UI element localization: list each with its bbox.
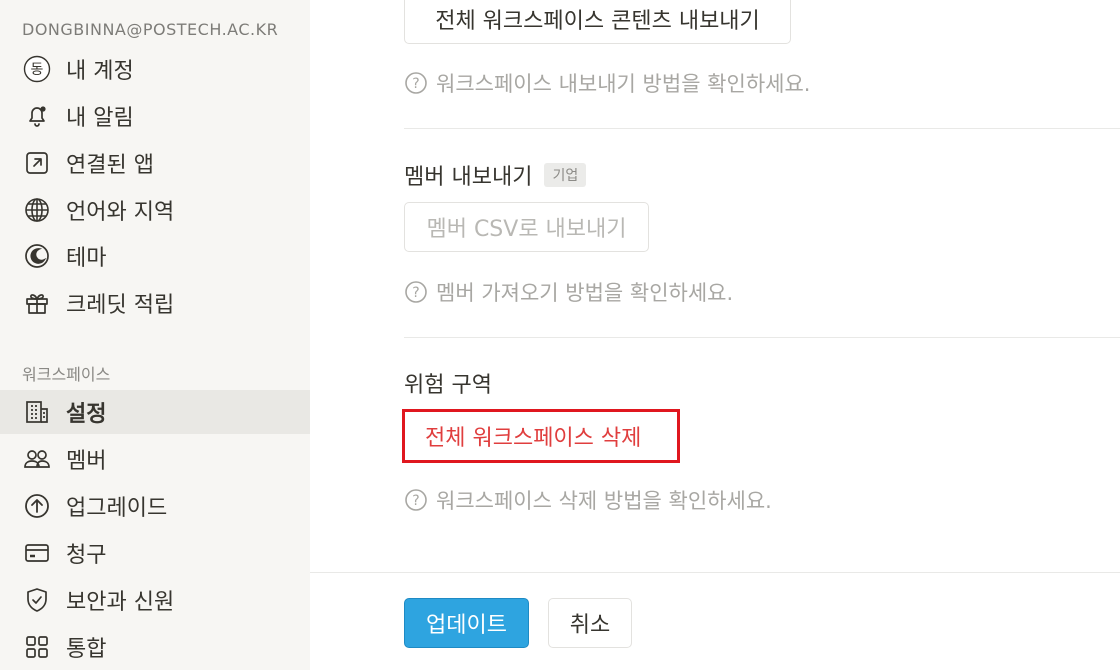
export-help-text: 워크스페이스 내보내기 방법을 확인하세요. [436, 72, 811, 96]
avatar-icon: 동 [22, 54, 52, 84]
export-members-heading: 멤버 내보내기 기업 [404, 159, 587, 191]
cancel-button[interactable]: 취소 [548, 598, 632, 648]
sidebar-item-theme[interactable]: 테마 [0, 234, 310, 278]
sidebar-item-language-region[interactable]: 언어와 지역 [0, 188, 310, 232]
sidebar-item-label: 내 알림 [66, 106, 134, 131]
export-workspace-content-button[interactable]: 전체 워크스페이스 콘텐츠 내보내기 [404, 0, 791, 44]
settings-main: 전체 워크스페이스 콘텐츠 내보내기 ? 워크스페이스 내보내기 방법을 확인하… [310, 0, 1120, 670]
gift-icon [22, 288, 52, 318]
delete-help-link[interactable]: ? 워크스페이스 삭제 방법을 확인하세요. [404, 485, 772, 515]
arrow-up-circle-icon [22, 491, 52, 521]
footer-divider [310, 572, 1120, 573]
account-email: DONGBINNA@POSTECH.AC.KR [22, 20, 279, 39]
delete-workspace-button[interactable]: 전체 워크스페이스 삭제 [402, 409, 680, 463]
sidebar-item-upgrade[interactable]: 업그레이드 [0, 484, 310, 528]
sidebar-item-notifications[interactable]: 내 알림 [0, 94, 310, 138]
export-members-csv-button[interactable]: 멤버 CSV로 내보내기 [404, 202, 649, 252]
sidebar-item-billing[interactable]: 청구 [0, 531, 310, 575]
bell-icon [22, 101, 52, 131]
arrow-out-square-icon [22, 148, 52, 178]
sidebar-item-label: 설정 [66, 402, 107, 427]
credit-card-icon [22, 538, 52, 568]
globe-icon [22, 195, 52, 225]
workspace-section-title: 워크스페이스 [22, 365, 111, 384]
sidebar-item-label: 테마 [66, 246, 107, 271]
svg-text:?: ? [412, 76, 419, 92]
help-icon: ? [405, 281, 427, 303]
danger-zone-title: 위험 구역 [404, 373, 492, 398]
sidebar-item-label: 보안과 신원 [66, 590, 175, 615]
section-divider [404, 337, 1120, 338]
sidebar-item-label: 연결된 앱 [66, 153, 154, 178]
sidebar-item-integrations[interactable]: 통합 [0, 625, 310, 669]
avatar-char: 동 [31, 62, 44, 78]
sidebar-item-earn-credit[interactable]: 크레딧 적립 [0, 281, 310, 325]
sidebar-item-settings[interactable]: 설정 [0, 390, 310, 434]
export-members-help-text: 멤버 가져오기 방법을 확인하세요. [436, 281, 734, 305]
shield-check-icon [22, 585, 52, 615]
sidebar-item-label: 언어와 지역 [66, 200, 175, 225]
building-icon [22, 397, 52, 427]
delete-workspace-label: 전체 워크스페이스 삭제 [425, 426, 642, 451]
svg-text:?: ? [412, 493, 419, 509]
help-icon: ? [405, 72, 427, 94]
people-icon [22, 444, 52, 474]
grid-icon [22, 632, 52, 662]
settings-sidebar: DONGBINNA@POSTECH.AC.KR 동 내 계정 내 알림 연결된 … [0, 0, 310, 670]
update-button[interactable]: 업데이트 [404, 598, 529, 648]
help-icon: ? [405, 489, 427, 511]
sidebar-item-label: 청구 [66, 543, 107, 568]
sidebar-item-label: 멤버 [66, 449, 107, 474]
export-members-help-link[interactable]: ? 멤버 가져오기 방법을 확인하세요. [404, 277, 733, 307]
sidebar-item-label: 통합 [66, 637, 107, 662]
sidebar-item-connected-apps[interactable]: 연결된 앱 [0, 141, 310, 185]
svg-text:?: ? [412, 285, 419, 301]
sidebar-item-security-identity[interactable]: 보안과 신원 [0, 578, 310, 622]
enterprise-badge: 기업 [544, 163, 587, 187]
moon-icon [22, 241, 52, 271]
export-members-title: 멤버 내보내기 [404, 165, 533, 190]
sidebar-item-label: 업그레이드 [66, 496, 168, 521]
sidebar-item-label: 내 계정 [66, 59, 134, 84]
export-help-link[interactable]: ? 워크스페이스 내보내기 방법을 확인하세요. [404, 68, 810, 98]
section-divider [404, 128, 1120, 129]
delete-help-text: 워크스페이스 삭제 방법을 확인하세요. [436, 489, 772, 513]
sidebar-item-members[interactable]: 멤버 [0, 437, 310, 481]
sidebar-item-label: 크레딧 적립 [66, 293, 175, 318]
sidebar-item-my-account[interactable]: 동 내 계정 [0, 47, 310, 91]
